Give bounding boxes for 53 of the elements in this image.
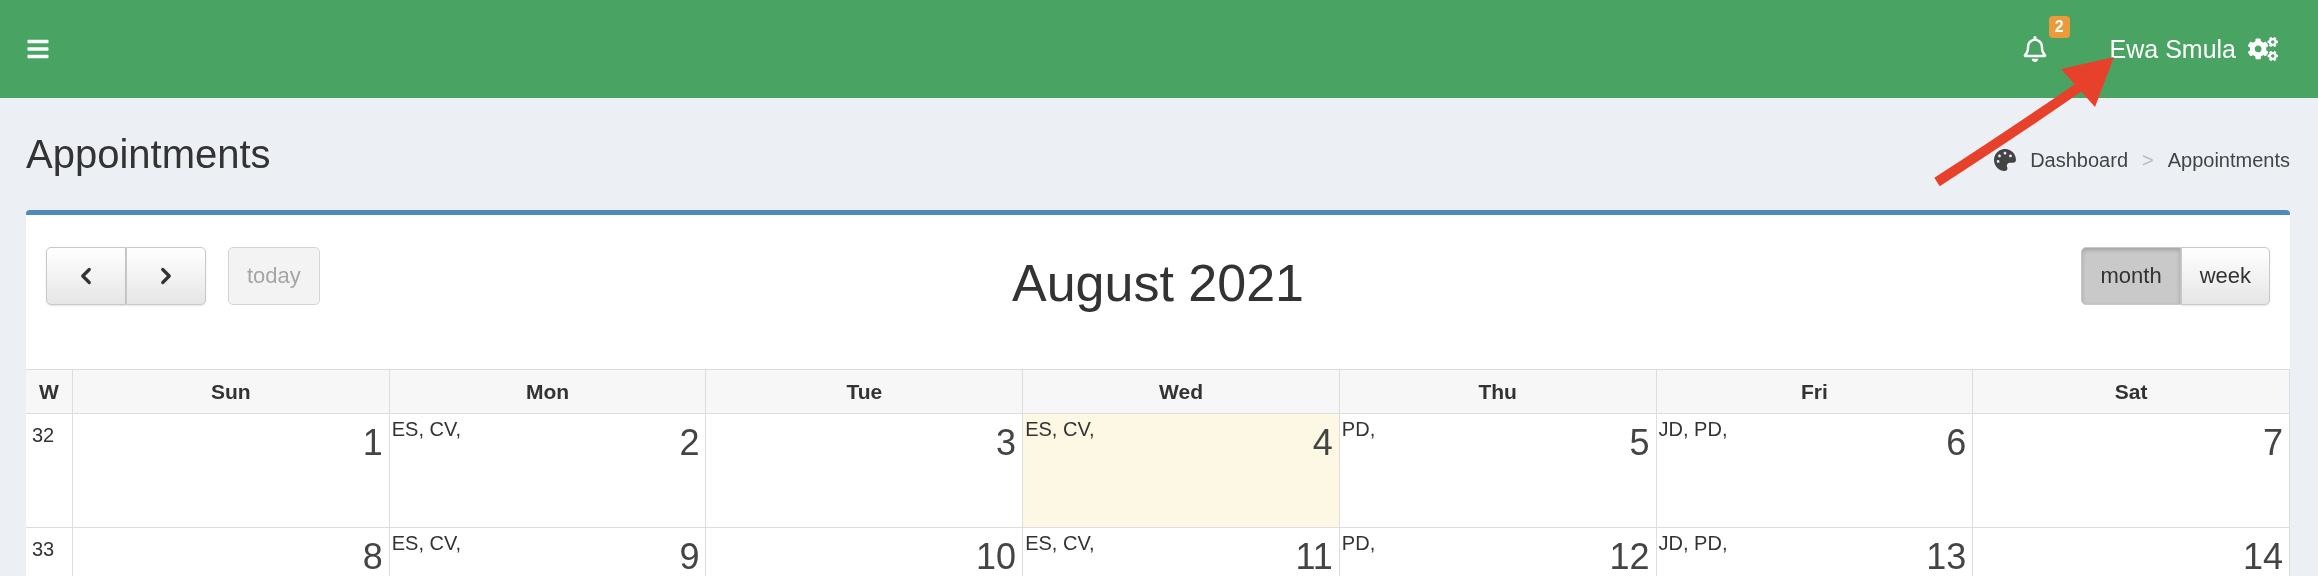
date-number: 9 — [679, 536, 700, 576]
event-initials[interactable]: PD, — [1341, 532, 1376, 555]
event-initials[interactable]: ES, CV, — [391, 418, 461, 441]
breadcrumb-link[interactable]: Dashboard — [2030, 148, 2128, 172]
next-button[interactable] — [126, 247, 206, 305]
view-tab[interactable]: month — [2081, 247, 2181, 305]
day-cell[interactable]: ES, CV, 11 — [1023, 528, 1340, 576]
previous-button[interactable] — [46, 247, 126, 305]
date-number: 12 — [1609, 536, 1650, 576]
event-initials[interactable]: ES, CV, — [1025, 418, 1095, 441]
day-cell[interactable]: 3 — [706, 414, 1024, 528]
date-number: 2 — [679, 422, 700, 464]
week-column-heading: W — [26, 370, 73, 414]
palette-icon — [1994, 149, 2017, 171]
gears-icon[interactable] — [2248, 34, 2278, 64]
date-number: 7 — [2262, 422, 2283, 464]
breadcrumb-link[interactable]: Appointments — [2167, 148, 2290, 172]
day-cell[interactable]: JD, PD, 13 — [1656, 528, 1974, 576]
event-initials[interactable]: ES, CV, — [1025, 532, 1095, 555]
date-number: 3 — [996, 422, 1017, 464]
event-initials[interactable]: PD, — [1341, 418, 1376, 441]
day-heading: Sun — [73, 370, 390, 414]
view-tab[interactable]: week — [2180, 247, 2270, 305]
notification-badge: 2 — [2048, 16, 2070, 38]
date-number: 10 — [976, 536, 1017, 576]
day-heading: Mon — [389, 370, 707, 414]
day-heading: Fri — [1656, 370, 1974, 414]
day-cell[interactable]: JD, PD, 6 — [1656, 414, 1974, 528]
date-number: 13 — [1926, 536, 1967, 576]
event-initials[interactable]: ES, CV, — [391, 532, 461, 555]
date-number: 14 — [2242, 536, 2283, 576]
page-title: Appointments — [26, 131, 271, 177]
date-number: 5 — [1629, 422, 1650, 464]
day-cell[interactable]: ES, CV, 4 — [1023, 414, 1340, 528]
day-cell[interactable]: 7 — [1973, 414, 2290, 528]
day-cell[interactable]: PD, 5 — [1339, 414, 1657, 528]
event-initials[interactable]: JD, PD, — [1658, 418, 1728, 441]
day-heading: Sat — [1973, 370, 2290, 414]
breadcrumb-separator: > — [2142, 148, 2154, 172]
menu-icon[interactable] — [26, 37, 50, 61]
calendar-title: August 2021 — [1012, 253, 1304, 313]
day-cell[interactable]: 1 — [73, 414, 390, 528]
day-cell[interactable]: ES, CV, 2 — [389, 414, 707, 528]
date-number: 6 — [1946, 422, 1967, 464]
date-number: 1 — [362, 422, 383, 464]
day-heading: Thu — [1339, 370, 1657, 414]
date-number: 4 — [1312, 422, 1333, 464]
date-number: 8 — [362, 536, 383, 576]
day-heading: Tue — [706, 370, 1024, 414]
date-number: 11 — [1295, 536, 1333, 576]
day-heading: Wed — [1023, 370, 1340, 414]
event-initials[interactable]: JD, PD, — [1658, 532, 1728, 555]
bell-icon[interactable] — [2021, 36, 2048, 62]
